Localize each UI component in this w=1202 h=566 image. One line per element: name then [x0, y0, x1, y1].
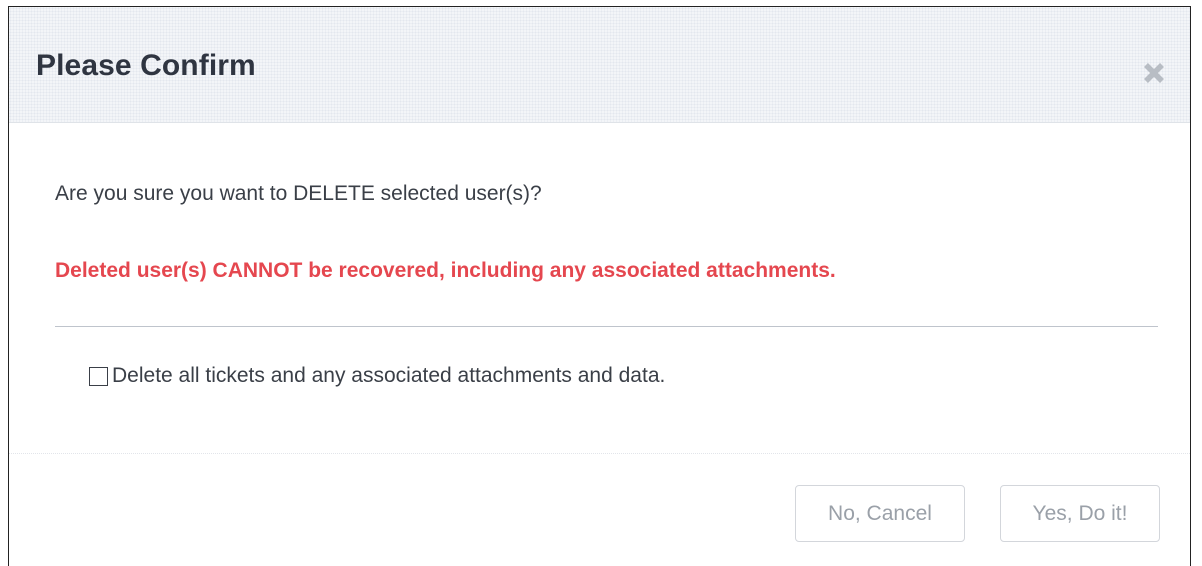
delete-tickets-label: Delete all tickets and any associated at…	[112, 364, 666, 387]
confirm-button[interactable]: Yes, Do it!	[1000, 485, 1160, 542]
dialog-header: Please Confirm	[9, 7, 1190, 123]
confirm-question: Are you sure you want to DELETE selected…	[55, 182, 542, 205]
delete-tickets-option[interactable]: Delete all tickets and any associated at…	[89, 364, 665, 388]
confirm-dialog: Please Confirm Are you sure you want to …	[8, 6, 1191, 566]
footer-separator	[9, 453, 1190, 454]
cancel-button[interactable]: No, Cancel	[795, 485, 965, 542]
close-icon	[1144, 63, 1164, 83]
divider	[55, 326, 1158, 327]
delete-tickets-checkbox[interactable]	[89, 366, 108, 386]
warning-message: Deleted user(s) CANNOT be recovered, inc…	[55, 259, 836, 282]
close-button[interactable]	[1140, 59, 1168, 87]
dialog-body: Are you sure you want to DELETE selected…	[9, 123, 1190, 453]
dialog-title: Please Confirm	[36, 49, 256, 82]
